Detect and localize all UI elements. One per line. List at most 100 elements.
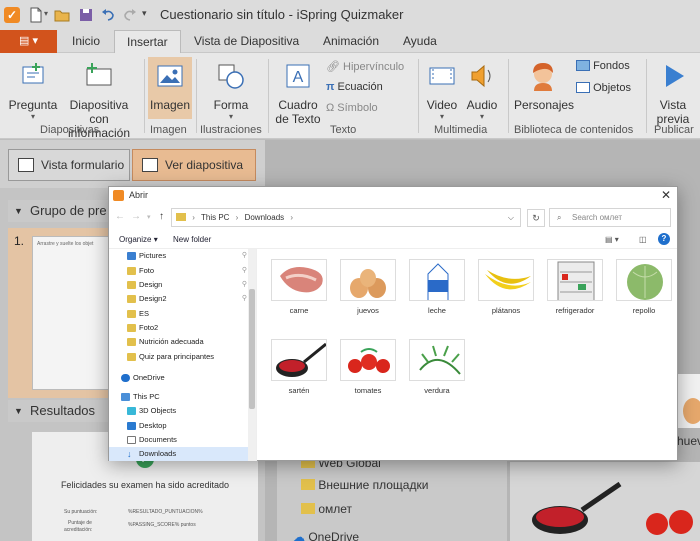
file-item-verdura[interactable]: verdura [407, 339, 467, 395]
new-file-dropdown-icon[interactable]: ▾ [44, 9, 48, 18]
forma-dropdown-icon: ▾ [228, 112, 233, 121]
tab-vista-diapositiva[interactable]: Vista de Diapositiva [194, 30, 299, 53]
nav-item-es[interactable]: ES [109, 307, 249, 321]
nav-item-downloads[interactable]: ↓ Downloads [109, 447, 249, 461]
redo-icon[interactable] [122, 7, 138, 23]
forward-icon[interactable]: → [131, 211, 141, 222]
frying-pan-image [532, 481, 622, 534]
dialog-command-bar: Organize ▾ New folder ▤ ▾ ◫ ? [109, 231, 677, 249]
back-icon[interactable]: ← [115, 211, 125, 222]
file-thumbnail [340, 259, 396, 301]
collapse-icon[interactable]: ▼ [14, 400, 23, 422]
scrollbar-thumb[interactable] [249, 289, 255, 409]
quick-access-menu-icon[interactable]: ▾ [142, 8, 147, 19]
nav-item-onedrive[interactable]: OneDrive [109, 371, 249, 385]
file-item-tomates[interactable]: tomates [338, 339, 398, 395]
folder-icon [176, 213, 186, 221]
breadcrumb-this-pc[interactable]: This PC [201, 213, 229, 222]
folder-icon [127, 295, 136, 303]
file-menu-button[interactable]: ▤ ▾ [0, 30, 57, 53]
tab-animacion[interactable]: Animación [323, 30, 379, 53]
nav-item-documents[interactable]: Documents [109, 433, 249, 447]
vista-previa-button[interactable]: Vista previa [650, 61, 696, 126]
omega-icon: Ω [326, 102, 338, 114]
speaker-icon [471, 64, 491, 88]
video-button[interactable]: Video ▾ [424, 61, 460, 121]
search-input[interactable]: ⌕ Search омлет [549, 208, 671, 227]
address-dropdown-icon[interactable]: ⌵ [508, 209, 514, 226]
recent-dropdown-icon[interactable]: ▾ [147, 213, 151, 221]
search-icon: ⌕ [557, 213, 562, 222]
tab-insertar[interactable]: Insertar [114, 30, 181, 54]
nav-item-quiz[interactable]: Quiz para principantes [109, 350, 249, 364]
ecuacion-button[interactable]: π Ecuación [326, 81, 383, 93]
new-file-icon[interactable] [28, 7, 44, 23]
address-bar[interactable]: › This PC › Downloads › ⌵ [171, 208, 521, 227]
nav-item-design[interactable]: Design ⚲ [109, 278, 249, 292]
pictures-icon [127, 252, 136, 260]
tab-inicio[interactable]: Inicio [72, 30, 100, 53]
personajes-button[interactable]: Personajes [514, 61, 574, 112]
info-slide-icon [86, 63, 112, 86]
undo-icon[interactable] [100, 7, 116, 23]
nav-scrollbar[interactable] [248, 249, 256, 461]
pregunta-button[interactable]: Pregunta ▾ [8, 61, 58, 121]
file-item-refrigerador[interactable]: refrigerador [545, 259, 605, 315]
cuadro-texto-button[interactable]: A Cuadro de Texto [274, 61, 322, 126]
background-onedrive: ☁︎ OneDrive [293, 530, 359, 541]
nav-item-design2[interactable]: Design2 ⚲ [109, 292, 249, 306]
file-thumbnail [271, 339, 327, 381]
open-folder-icon[interactable] [54, 7, 70, 23]
question-icon [22, 63, 44, 84]
preview-pane-icon[interactable]: ◫ [639, 235, 647, 244]
file-item-carne[interactable]: carne [269, 259, 329, 315]
nav-item-foto[interactable]: Foto ⚲ [109, 264, 249, 278]
forma-button[interactable]: Forma ▾ [208, 61, 254, 121]
vista-formulario-button[interactable]: Vista formulario [8, 149, 130, 181]
file-item-sarten[interactable]: sartén [269, 339, 329, 395]
group-label-publicar: Publicar [654, 124, 694, 136]
file-item-leche[interactable]: leche [407, 259, 467, 315]
dialog-title-bar: Abrir ✕ [109, 187, 677, 205]
view-options-icon[interactable]: ▤ ▾ [605, 235, 619, 244]
fondos-button[interactable]: Fondos [576, 60, 630, 72]
audio-button[interactable]: Audio ▾ [464, 61, 500, 121]
group-label-texto: Texto [330, 124, 357, 136]
folder-icon [301, 503, 315, 514]
link-icon: 🔗︎ [326, 61, 344, 73]
imagen-button[interactable]: Imagen [148, 57, 192, 119]
nav-item-pictures[interactable]: Pictures ⚲ [109, 249, 249, 263]
breadcrumb-downloads[interactable]: Downloads [245, 213, 285, 222]
up-icon[interactable]: ↑ [159, 211, 164, 222]
collapse-icon[interactable]: ▼ [14, 200, 23, 222]
help-icon[interactable]: ? [658, 233, 670, 245]
computer-icon [121, 393, 130, 401]
dialog-navigation-bar: ← → ▾ ↑ › This PC › Downloads › ⌵ ↻ ⌕ Se… [109, 207, 677, 229]
save-icon[interactable] [78, 7, 94, 23]
file-item-repollo[interactable]: repollo [614, 259, 674, 315]
nav-item-nutricion[interactable]: Nutrición adecuada [109, 335, 249, 349]
organize-button[interactable]: Organize ▾ [119, 235, 158, 244]
cloud-icon [121, 374, 130, 382]
folder-icon [127, 310, 136, 318]
nav-item-3d-objects[interactable]: 3D Objects [109, 404, 249, 418]
pi-icon: π [326, 81, 338, 93]
refresh-icon[interactable]: ↻ [527, 209, 545, 227]
ver-diapositiva-button[interactable]: Ver diapositiva [132, 149, 256, 181]
form-view-icon [18, 158, 34, 172]
tab-ayuda[interactable]: Ayuda [403, 30, 437, 53]
new-folder-button[interactable]: New folder [173, 235, 211, 244]
close-icon[interactable]: ✕ [661, 188, 671, 202]
objetos-button[interactable]: Objetos [576, 82, 631, 94]
nav-item-foto2[interactable]: Foto2 [109, 321, 249, 335]
pregunta-dropdown-icon: ▾ [30, 112, 35, 121]
picture-icon [157, 65, 183, 87]
file-item-juevos[interactable]: juevos [338, 259, 398, 315]
group-label-ilustraciones: Ilustraciones [200, 124, 262, 136]
hipervinculo-button[interactable]: 🔗︎ Hipervínculo [326, 60, 404, 73]
nav-item-desktop[interactable]: Desktop [109, 419, 249, 433]
file-item-platanos[interactable]: plátanos [476, 259, 536, 315]
character-icon [533, 63, 553, 91]
simbolo-button[interactable]: Ω Símbolo [326, 102, 378, 114]
nav-item-this-pc[interactable]: This PC [109, 390, 249, 404]
